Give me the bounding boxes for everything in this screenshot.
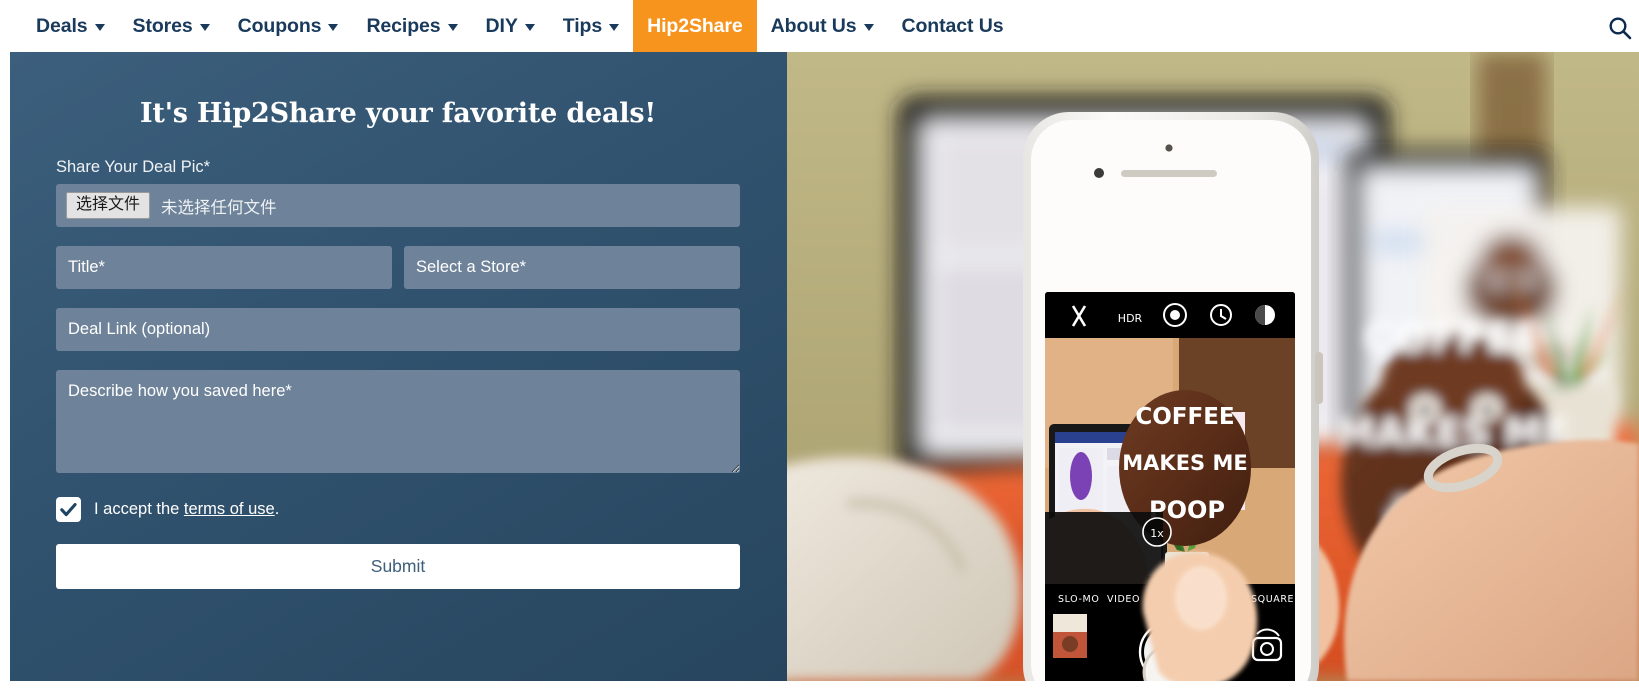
hero-photo-illustration: COFFEE MAKES ME POOP	[787, 52, 1639, 681]
file-status-text: 未选择任何文件	[161, 198, 277, 217]
nav-label: Deals	[36, 14, 88, 37]
store-select-value: Select a Store*	[416, 258, 527, 276]
page-root: Deals Stores Coupons Recipes DIY Tips Hi…	[0, 0, 1639, 688]
file-field-label: Share Your Deal Pic*	[56, 158, 211, 176]
check-icon	[60, 502, 77, 516]
chevron-down-icon	[524, 24, 535, 31]
hero-photo: COFFEE MAKES ME POOP	[787, 52, 1639, 681]
camera-mode-4: SQUARE	[1251, 594, 1294, 605]
nav-item-stores[interactable]: Stores	[119, 0, 224, 52]
share-deal-form-panel: It's Hip2Share your favorite deals! Shar…	[10, 52, 787, 681]
nav-items: Deals Stores Coupons Recipes DIY Tips Hi…	[0, 0, 1017, 52]
terms-prefix: I accept the	[94, 500, 184, 518]
title-store-row: Select a Store*	[56, 246, 740, 289]
nav-item-contact-us[interactable]: Contact Us	[888, 0, 1018, 52]
top-navbar: Deals Stores Coupons Recipes DIY Tips Hi…	[0, 0, 1639, 52]
form-inner: It's Hip2Share your favorite deals! Shar…	[56, 52, 740, 589]
hero-section: It's Hip2Share your favorite deals! Shar…	[10, 52, 1639, 681]
camera-zoom-label: 1x	[1150, 527, 1164, 540]
nav-label: About Us	[770, 14, 857, 37]
nav-label: Stores	[132, 14, 193, 37]
terms-of-use-link[interactable]: terms of use	[184, 500, 275, 518]
terms-text: I accept the terms of use.	[94, 500, 279, 519]
chevron-down-icon	[328, 24, 339, 31]
nav-label: Hip2Share	[647, 14, 743, 37]
screen-mug-line1: COFFEE	[1135, 404, 1234, 430]
deal-link-input[interactable]	[56, 308, 740, 351]
nav-item-about-us[interactable]: About Us	[757, 0, 888, 52]
terms-row: I accept the terms of use.	[56, 497, 740, 522]
submit-button[interactable]: Submit	[56, 544, 740, 589]
real-mug-line1: COFFEE	[1365, 314, 1542, 362]
chevron-down-icon	[94, 24, 105, 31]
nav-label: DIY	[485, 14, 518, 37]
nav-item-hip2share[interactable]: Hip2Share	[633, 0, 757, 52]
chevron-down-icon	[863, 24, 874, 31]
page-title: It's Hip2Share your favorite deals!	[140, 98, 656, 129]
nav-label: Coupons	[237, 14, 322, 37]
chevron-down-icon	[447, 24, 458, 31]
camera-mode-1: VIDEO	[1107, 594, 1140, 605]
nav-item-coupons[interactable]: Coupons	[224, 0, 353, 52]
chevron-down-icon	[199, 24, 210, 31]
nav-item-diy[interactable]: DIY	[472, 0, 549, 52]
nav-item-recipes[interactable]: Recipes	[352, 0, 471, 52]
store-select[interactable]: Select a Store*	[404, 246, 740, 289]
nav-label: Tips	[562, 14, 603, 37]
description-textarea[interactable]	[56, 370, 740, 473]
terms-suffix: .	[274, 500, 280, 518]
nav-item-tips[interactable]: Tips	[549, 0, 633, 52]
title-input[interactable]	[56, 246, 392, 289]
camera-mode-0: SLO-MO	[1058, 594, 1099, 605]
nav-item-deals[interactable]: Deals	[22, 0, 119, 52]
chevron-down-icon	[609, 24, 620, 31]
nav-label: Recipes	[366, 14, 441, 37]
nav-label: Contact Us	[901, 14, 1004, 37]
accept-terms-checkbox[interactable]	[56, 497, 81, 522]
choose-file-button[interactable]: 选择文件	[66, 192, 151, 219]
hdr-label: HDR	[1118, 312, 1143, 325]
search-icon[interactable]	[1603, 11, 1637, 45]
screen-mug-line2: MAKES ME	[1122, 451, 1247, 475]
deal-pic-file-input[interactable]: 选择文件 未选择任何文件	[56, 184, 740, 227]
